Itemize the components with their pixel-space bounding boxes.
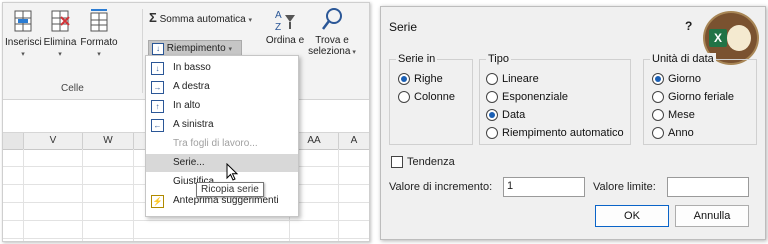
radio-label: Giorno xyxy=(668,73,702,85)
flash-fill-icon: ⚡ xyxy=(151,195,164,208)
dialog-title: Serie xyxy=(389,20,418,34)
type-group: Tipo Lineare Esponenziale Data Riempimen… xyxy=(479,53,631,145)
format-button[interactable]: Formato ▾ xyxy=(79,9,119,59)
menu-item-label: Serie... xyxy=(173,157,205,168)
radio-indicator xyxy=(652,73,664,85)
type-label: Tipo xyxy=(486,53,511,65)
insert-button[interactable]: Inserisci ▾ xyxy=(5,9,42,59)
series-dialog: Serie ? X Serie in Righe Colonne Tipo Li… xyxy=(380,6,766,240)
logo-face-icon xyxy=(727,25,751,51)
sigma-icon: Σ xyxy=(149,10,157,25)
help-button[interactable]: ? xyxy=(685,19,692,33)
cancel-button[interactable]: Annulla xyxy=(675,205,749,227)
find-label-2: seleziona xyxy=(308,46,351,57)
radio-label: Righe xyxy=(414,73,443,85)
date-unit-group: Unità di data Giorno Giorno feriale Mese… xyxy=(643,53,757,145)
corner-header xyxy=(3,133,24,149)
arrow-left-icon: ← xyxy=(151,119,164,132)
fill-label: Riempimento xyxy=(166,43,226,54)
mouse-cursor-icon xyxy=(226,163,239,181)
radio-indicator xyxy=(652,91,664,103)
svg-text:A: A xyxy=(275,10,282,21)
stop-value-input[interactable] xyxy=(667,177,749,197)
radio-indicator xyxy=(398,73,410,85)
grid-row[interactable] xyxy=(3,221,369,239)
menu-item-label: In basso xyxy=(173,62,211,73)
menu-item-label: A destra xyxy=(173,81,210,92)
tooltip: Ricopia serie xyxy=(196,182,264,197)
series-in-label: Serie in xyxy=(396,53,438,65)
step-value-label: Valore di incremento: xyxy=(389,181,493,193)
step-value-text: 1 xyxy=(507,180,514,192)
grid-column-line xyxy=(23,149,24,241)
grid-column-line xyxy=(82,149,83,241)
menu-item-label: A sinistra xyxy=(173,119,214,130)
ok-button[interactable]: OK xyxy=(595,205,669,227)
radio-indicator xyxy=(486,109,498,121)
column-header-ab[interactable]: A xyxy=(339,133,369,149)
radio-indicator xyxy=(652,127,664,139)
radio-indicator xyxy=(652,109,664,121)
menu-item-fill-up[interactable]: ↑ In alto xyxy=(146,97,298,115)
sort-label: Ordina e xyxy=(265,35,305,46)
delete-label: Elimina xyxy=(43,37,77,48)
radio-label: Anno xyxy=(668,127,694,139)
cells-group-label: Celle xyxy=(61,83,84,94)
format-cells-icon xyxy=(90,9,108,32)
radio-label: Lineare xyxy=(502,73,539,85)
arrow-up-icon: ↑ xyxy=(151,100,164,113)
column-header-w[interactable]: W xyxy=(83,133,134,149)
menu-item-fill-right[interactable]: → A destra xyxy=(146,78,298,96)
fill-down-icon: ↓ xyxy=(152,43,164,55)
autosum-label: Somma automatica xyxy=(159,14,246,25)
group-divider xyxy=(142,9,143,93)
autosum-button[interactable]: Σ Somma automatica ▾ xyxy=(149,10,252,26)
insert-cells-icon xyxy=(14,10,32,32)
format-label: Formato xyxy=(80,37,118,48)
stop-value-label: Valore limite: xyxy=(593,181,656,193)
column-header-v[interactable]: V xyxy=(24,133,83,149)
radio-indicator xyxy=(486,73,498,85)
radio-indicator xyxy=(486,127,498,139)
magnifier-icon xyxy=(322,8,342,30)
arrow-right-icon: → xyxy=(151,81,164,94)
menu-item-fill-down[interactable]: ↓ In basso xyxy=(146,59,298,77)
radio-label: Mese xyxy=(668,109,695,121)
radio-indicator xyxy=(486,91,498,103)
arrow-down-icon: ↓ xyxy=(151,62,164,75)
insert-label: Inserisci xyxy=(5,37,42,48)
delete-cells-icon xyxy=(51,10,70,32)
radio-label: Colonne xyxy=(414,91,455,103)
menu-item-across-sheets[interactable]: Tra fogli di lavoro... xyxy=(146,135,298,153)
sort-filter-button[interactable]: A Z Ordina e xyxy=(265,7,305,46)
radio-label: Giorno feriale xyxy=(668,91,735,103)
date-unit-label: Unità di data xyxy=(650,53,716,65)
find-label-1: Trova e xyxy=(315,35,349,46)
menu-item-series[interactable]: Serie... xyxy=(146,154,298,172)
trend-label: Tendenza xyxy=(407,156,455,168)
excel-icon: X xyxy=(709,29,727,47)
grid-column-line xyxy=(133,149,134,241)
menu-item-label: In alto xyxy=(173,100,201,111)
series-in-group: Serie in Righe Colonne xyxy=(389,53,473,145)
radio-indicator xyxy=(398,91,410,103)
menu-item-label: Tra fogli di lavoro... xyxy=(173,138,258,149)
svg-text:Z: Z xyxy=(275,22,281,33)
radio-label: Esponenziale xyxy=(502,91,569,103)
radio-label: Riempimento automatico xyxy=(502,127,624,139)
find-select-button[interactable]: Trova e seleziona ▾ xyxy=(306,7,358,57)
menu-item-fill-left[interactable]: ← A sinistra xyxy=(146,116,298,134)
radio-label: Data xyxy=(502,109,526,121)
delete-button[interactable]: Elimina ▾ xyxy=(42,9,78,59)
sort-az-icon: A Z xyxy=(275,10,295,33)
step-value-input[interactable]: 1 xyxy=(503,177,585,197)
checkbox-box xyxy=(391,156,403,168)
grid-column-line xyxy=(338,149,339,241)
